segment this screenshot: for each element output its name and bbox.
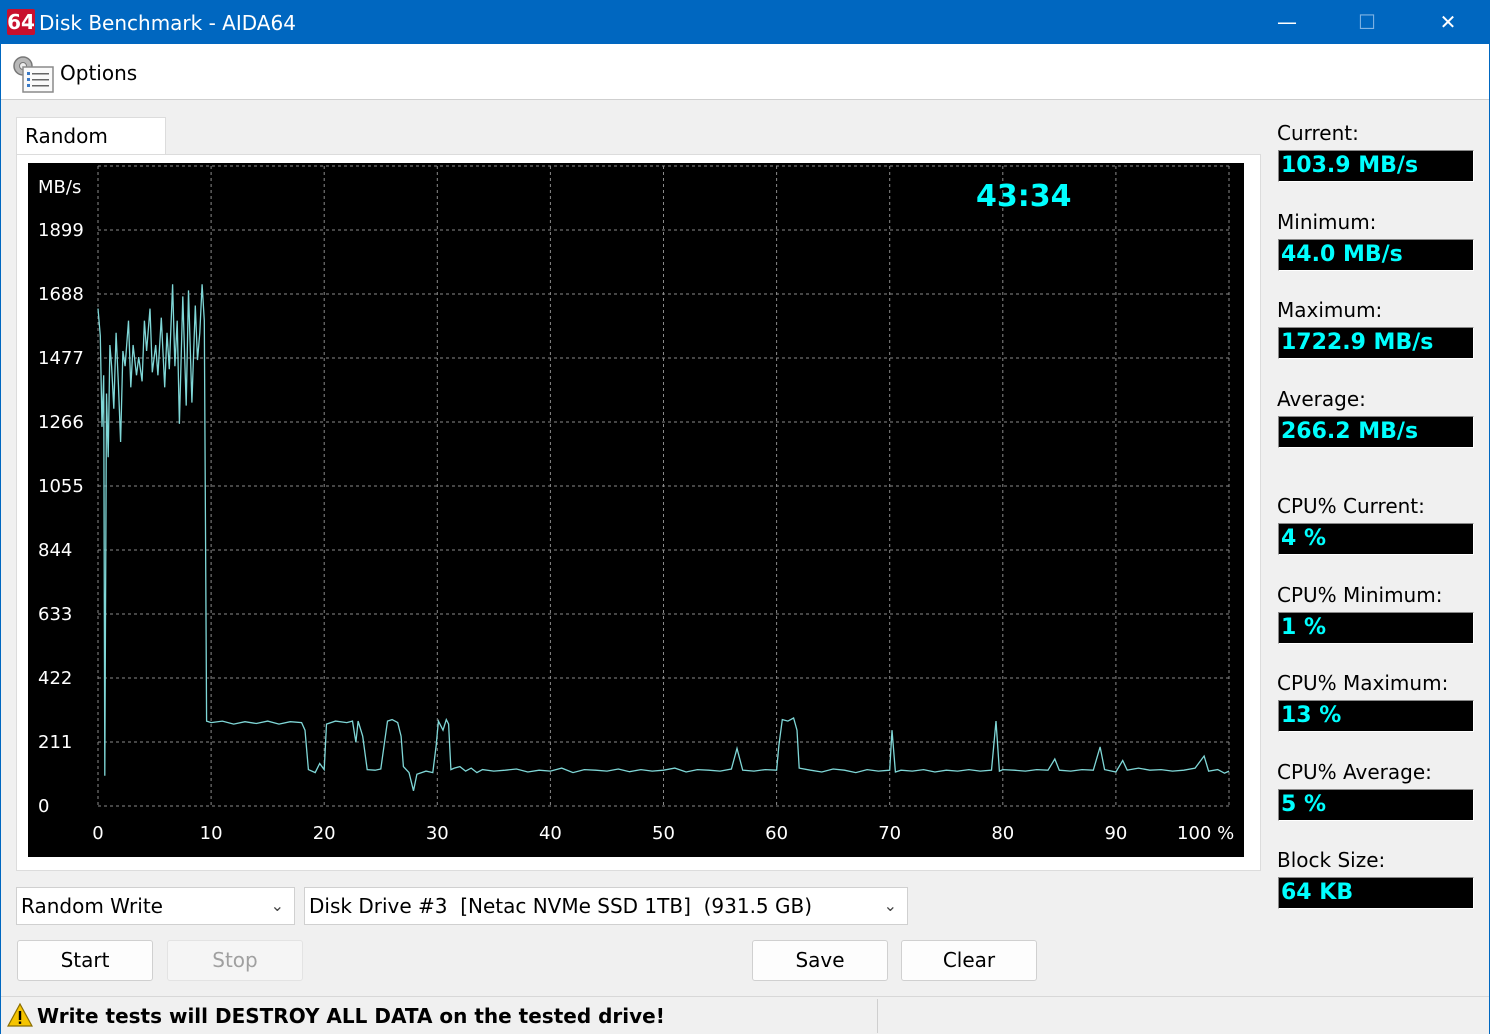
y-tick-label: 1477	[38, 348, 84, 369]
chevron-down-icon: ⌄	[270, 896, 284, 915]
stop-button[interactable]: Stop	[167, 940, 303, 981]
menu-bar: Options	[1, 44, 1489, 100]
y-tick-label: 844	[38, 540, 72, 561]
y-tick-label: 633	[38, 604, 72, 625]
app-window: 64 Disk Benchmark - AIDA64 — ☐ ✕ Options…	[0, 0, 1490, 1034]
y-tick-label: 1688	[38, 284, 84, 305]
x-tick-label: 30	[426, 823, 449, 844]
stat-value: 266.2 MB/s	[1278, 416, 1474, 448]
x-tick-label: 100 %	[1177, 823, 1234, 844]
window-title: Disk Benchmark - AIDA64	[39, 11, 296, 35]
y-tick-label: 1055	[38, 476, 84, 497]
drive-value: Disk Drive #3 [Netac NVMe SSD 1TB] (931.…	[309, 894, 813, 918]
stat-value: 64 KB	[1278, 877, 1474, 909]
stat-label: Current:	[1277, 121, 1359, 145]
chevron-down-icon: ⌄	[883, 896, 897, 915]
x-tick-label: 20	[313, 823, 336, 844]
benchmark-chart-svg: 0 211 422 633 844 1055 1266 1477 1688 1899 0 10 20 30…	[38, 165, 1234, 844]
drive-select[interactable]: Disk Drive #3 [Netac NVMe SSD 1TB] (931.…	[304, 887, 908, 925]
stat-value: 1722.9 MB/s	[1278, 327, 1474, 359]
clear-button[interactable]: Clear	[901, 940, 1037, 981]
save-button[interactable]: Save	[752, 940, 888, 981]
elapsed-timer: 43:34	[976, 179, 1072, 214]
y-tick-label: 1899	[38, 220, 84, 241]
x-tick-label: 90	[1104, 823, 1127, 844]
x-tick-label: 50	[652, 823, 675, 844]
x-tick-label: 0	[92, 823, 103, 844]
stat-label: CPU% Minimum:	[1277, 583, 1443, 607]
stat-value: 1 %	[1278, 612, 1474, 644]
start-button[interactable]: Start	[17, 940, 153, 981]
status-divider	[877, 999, 878, 1033]
stat-label: Average:	[1277, 387, 1366, 411]
y-tick-label: 1266	[38, 412, 84, 433]
stat-label: Maximum:	[1277, 298, 1383, 322]
aida64-app-icon: 64	[7, 9, 35, 35]
benchmark-chart: 0 211 422 633 844 1055 1266 1477 1688 1899 0 10 20 30…	[28, 163, 1244, 857]
warning-message: Write tests will DESTROY ALL DATA on the…	[37, 1004, 665, 1028]
options-menu[interactable]: Options	[60, 61, 137, 85]
options-icon[interactable]	[11, 52, 57, 94]
stat-label: Minimum:	[1277, 210, 1377, 234]
y-tick-label: 0	[38, 796, 49, 817]
x-tick-label: 60	[765, 823, 788, 844]
x-tick-label: 70	[878, 823, 901, 844]
x-tick-label: 40	[539, 823, 562, 844]
y-tick-label: 422	[38, 668, 72, 689]
stat-value: 13 %	[1278, 700, 1474, 732]
stat-value: 44.0 MB/s	[1278, 239, 1474, 271]
warning-icon	[7, 1002, 33, 1027]
stat-label: CPU% Maximum:	[1277, 671, 1449, 695]
test-type-value: Random Write	[21, 894, 163, 918]
tab-random-write[interactable]: Random Write	[16, 117, 166, 184]
stat-label: CPU% Average:	[1277, 760, 1432, 784]
status-bar: Write tests will DESTROY ALL DATA on the…	[1, 996, 1489, 1034]
minimize-button[interactable]: —	[1247, 1, 1327, 44]
x-tick-label: 80	[991, 823, 1014, 844]
close-button[interactable]: ✕	[1408, 1, 1488, 44]
title-bar[interactable]: 64 Disk Benchmark - AIDA64 — ☐ ✕	[1, 1, 1489, 44]
stat-value: 5 %	[1278, 789, 1474, 821]
stat-value: 103.9 MB/s	[1278, 150, 1474, 182]
x-tick-label: 10	[200, 823, 223, 844]
stat-value: 4 %	[1278, 523, 1474, 555]
maximize-button[interactable]: ☐	[1327, 1, 1407, 44]
test-type-select[interactable]: Random Write ⌄	[16, 887, 295, 925]
stat-label: CPU% Current:	[1277, 494, 1425, 518]
y-axis-unit: MB/s	[38, 177, 81, 198]
y-tick-label: 211	[38, 732, 72, 753]
stat-label: Block Size:	[1277, 848, 1386, 872]
